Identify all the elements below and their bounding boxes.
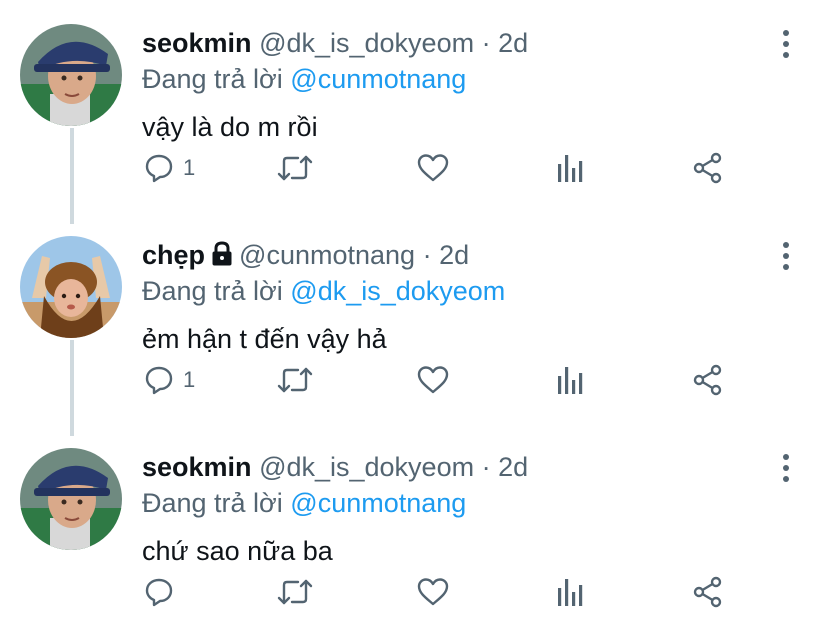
reply-button[interactable]: 1 bbox=[143, 148, 195, 188]
tweet[interactable]: seokmin @dk_is_dokyeom · 2d Đang trả lời… bbox=[0, 424, 828, 636]
more-vertical-icon[interactable] bbox=[772, 240, 800, 272]
replying-to-label: Đang trả lời bbox=[142, 276, 283, 306]
like-button[interactable] bbox=[416, 360, 450, 400]
timestamp[interactable]: 2d bbox=[498, 452, 528, 482]
user-handle[interactable]: @dk_is_dokyeom bbox=[259, 452, 474, 482]
analytics-button[interactable] bbox=[556, 572, 586, 612]
avatar[interactable] bbox=[20, 236, 122, 338]
retweet-icon bbox=[277, 579, 313, 605]
analytics-icon bbox=[558, 367, 583, 394]
reply-button[interactable]: 1 bbox=[143, 360, 195, 400]
share-button[interactable] bbox=[692, 148, 724, 188]
tweet-header: seokmin @dk_is_dokyeom · 2d bbox=[142, 450, 528, 484]
reply-count: 1 bbox=[183, 155, 196, 180]
action-bar: 1 bbox=[0, 360, 828, 400]
analytics-icon bbox=[558, 155, 583, 182]
mention-link[interactable]: @cunmotnang bbox=[290, 64, 466, 94]
analytics-button[interactable] bbox=[556, 360, 586, 400]
tweet[interactable]: seokmin @dk_is_dokyeom · 2d Đang trả lời… bbox=[0, 0, 828, 212]
reply-button[interactable] bbox=[143, 572, 183, 612]
tweet-header: seokmin @dk_is_dokyeom · 2d bbox=[142, 26, 528, 60]
action-bar: 1 bbox=[0, 148, 828, 188]
reply-count: 1 bbox=[183, 367, 196, 392]
like-icon bbox=[417, 578, 449, 606]
like-icon bbox=[417, 366, 449, 394]
timestamp[interactable]: 2d bbox=[498, 28, 528, 58]
display-name[interactable]: seokmin bbox=[142, 28, 252, 58]
more-vertical-icon[interactable] bbox=[772, 452, 800, 484]
retweet-icon bbox=[277, 155, 313, 181]
timestamp[interactable]: 2d bbox=[439, 240, 469, 270]
mention-link[interactable]: @cunmotnang bbox=[290, 488, 466, 518]
share-icon bbox=[693, 364, 722, 396]
replying-to-label: Đang trả lời bbox=[142, 64, 283, 94]
lock-icon bbox=[211, 241, 233, 275]
user-handle[interactable]: @cunmotnang bbox=[239, 240, 415, 270]
avatar[interactable] bbox=[20, 448, 122, 550]
share-button[interactable] bbox=[692, 572, 724, 612]
display-name[interactable]: seokmin bbox=[142, 452, 252, 482]
mention-link[interactable]: @dk_is_dokyeom bbox=[290, 276, 505, 306]
replying-to-label: Đang trả lời bbox=[142, 488, 283, 518]
separator-dot: · bbox=[481, 28, 491, 58]
reply-icon bbox=[145, 366, 173, 395]
retweet-icon bbox=[277, 367, 313, 393]
like-icon bbox=[417, 154, 449, 182]
more-vertical-icon[interactable] bbox=[772, 28, 800, 60]
retweet-button[interactable] bbox=[276, 148, 314, 188]
tweet-header: chẹp @cunmotnang · 2d bbox=[142, 238, 469, 275]
action-bar bbox=[0, 572, 828, 612]
like-button[interactable] bbox=[416, 572, 450, 612]
reply-icon bbox=[145, 154, 173, 183]
share-icon bbox=[693, 152, 722, 184]
tweet-text: ẻm hận t đến vậy hả bbox=[142, 324, 387, 354]
display-name[interactable]: chẹp bbox=[142, 240, 205, 270]
reply-icon bbox=[145, 578, 173, 607]
share-icon bbox=[693, 576, 722, 608]
separator-dot: · bbox=[481, 452, 491, 482]
retweet-button[interactable] bbox=[276, 572, 314, 612]
tweet-text: vậy là do m rồi bbox=[142, 112, 318, 142]
separator-dot: · bbox=[422, 240, 432, 270]
analytics-icon bbox=[558, 579, 583, 606]
like-button[interactable] bbox=[416, 148, 450, 188]
replying-to: Đang trả lời @cunmotnang bbox=[142, 62, 466, 96]
user-handle[interactable]: @dk_is_dokyeom bbox=[259, 28, 474, 58]
share-button[interactable] bbox=[692, 360, 724, 400]
retweet-button[interactable] bbox=[276, 360, 314, 400]
replying-to: Đang trả lời @dk_is_dokyeom bbox=[142, 274, 505, 308]
analytics-button[interactable] bbox=[556, 148, 586, 188]
tweet[interactable]: chẹp @cunmotnang · 2d Đang trả lời @dk_is… bbox=[0, 212, 828, 424]
replying-to: Đang trả lời @cunmotnang bbox=[142, 486, 466, 520]
tweet-text: chứ sao nữa ba bbox=[142, 536, 333, 566]
avatar[interactable] bbox=[20, 24, 122, 126]
